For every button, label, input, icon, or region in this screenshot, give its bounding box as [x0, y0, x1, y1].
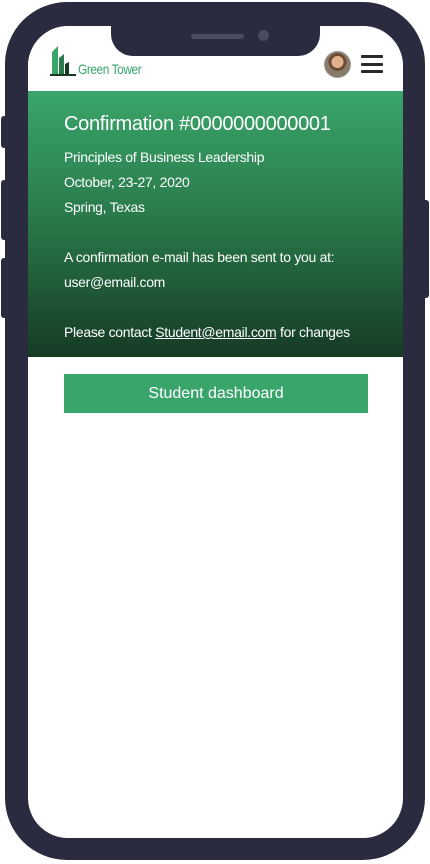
student-dashboard-button[interactable]: Student dashboard [64, 374, 368, 413]
contact-prefix: Please contact [64, 324, 156, 340]
course-dates: October, 23-27, 2020 [64, 174, 190, 190]
contact-email-link[interactable]: Student@email.com [155, 324, 276, 340]
phone-notch [111, 26, 320, 56]
course-name: Principles of Business Leadership [64, 149, 265, 165]
course-location: Spring, Texas [64, 199, 145, 215]
confirmation-title: Confirmation #0000000000001 [64, 113, 331, 135]
tower-logo-icon [50, 46, 76, 76]
volume-down-button [1, 258, 7, 318]
user-avatar[interactable] [324, 51, 351, 78]
mute-switch [1, 116, 7, 148]
hamburger-menu-icon[interactable] [361, 55, 383, 73]
email-notice: A confirmation e-mail has been sent to y… [64, 249, 335, 265]
volume-up-button [1, 180, 7, 240]
contact-line: Please contact Student@email.com for cha… [64, 324, 350, 340]
power-button [423, 200, 429, 298]
front-camera [258, 30, 269, 41]
screen: Green Tower Confirmation #0000000000001 … [28, 26, 403, 838]
user-email: user@email.com [64, 274, 166, 290]
brand-name: Green Tower [78, 61, 142, 77]
contact-suffix: for changes [276, 324, 350, 340]
confirmation-banner: Confirmation #0000000000001 Principles o… [28, 91, 403, 357]
speaker-grille [191, 34, 244, 39]
